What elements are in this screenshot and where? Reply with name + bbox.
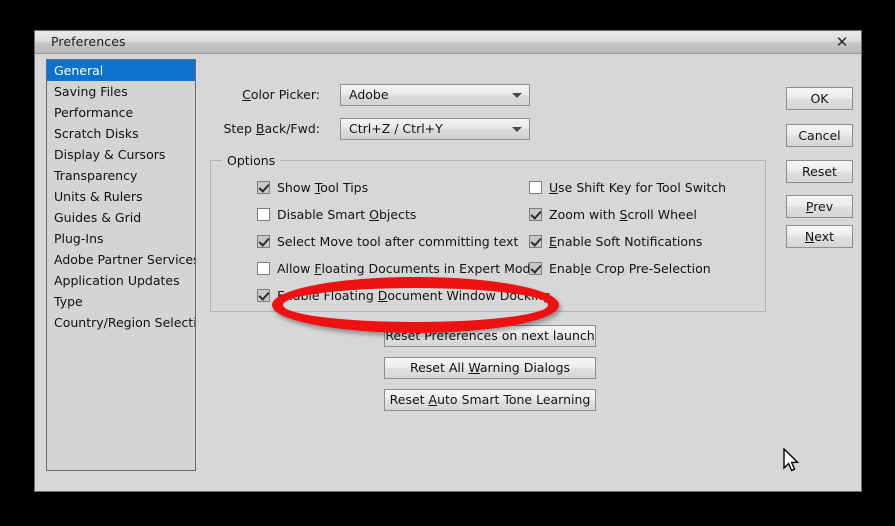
sidebar-item-label: Type [54,294,83,309]
sidebar-item-general[interactable]: General [47,60,195,81]
dropdown-step-back-fwd[interactable]: Ctrl+Z / Ctrl+Y [340,118,530,140]
checkbox-unchecked-icon[interactable] [257,261,270,275]
field-label-color-picker: Color Picker: [242,87,320,102]
dropdown-value: Adobe [349,87,389,102]
checkbox-checked-icon[interactable] [529,207,542,221]
checkbox-show-tool-tips[interactable]: Show Tool Tips [257,178,368,196]
checkbox-disable-smart-objects[interactable]: Disable Smart Objects [257,205,416,223]
checkbox-checked-icon[interactable] [257,180,270,194]
dialog-title: Preferences [51,34,126,49]
checkbox-label: Disable Smart Objects [277,206,417,222]
sidebar-item-units-rulers[interactable]: Units & Rulers [47,186,195,207]
sidebar-item-country-region-selection[interactable]: Country/Region Selection [47,312,195,333]
sidebar-item-label: Application Updates [54,273,180,288]
checkbox-label: Show Tool Tips [277,179,369,195]
sidebar-item-scratch-disks[interactable]: Scratch Disks [47,123,195,144]
options-groupbox-label: Options [222,153,281,168]
sidebar-item-saving-files[interactable]: Saving Files [47,81,195,102]
button-reset[interactable]: Reset [786,160,853,183]
sidebar-item-type[interactable]: Type [47,291,195,312]
dropdown-value: Ctrl+Z / Ctrl+Y [349,121,443,136]
field-row-step-back-fwd: Step Back/Fwd: Ctrl+Z / Ctrl+Y [210,118,530,140]
checkbox-label: Enable Floating Document Window Docking [277,287,551,303]
sidebar-item-label: Guides & Grid [54,210,142,225]
button-cancel[interactable]: Cancel [786,124,853,147]
sidebar-item-label: Adobe Partner Services [54,252,196,267]
dialog-body: General Saving Files Performance Scratch Di… [35,54,861,492]
preferences-category-list[interactable]: General Saving Files Performance Scratch Di… [46,59,196,471]
checkbox-enable-soft-notifications[interactable]: Enable Soft Notifications [529,232,702,250]
sidebar-item-label: Transparency [54,168,138,183]
checkbox-label: Enable Crop Pre-Selection [549,260,711,276]
button-reset-auto-smart-tone-learning[interactable]: Reset Auto Smart Tone Learning [384,389,596,411]
checkbox-checked-icon[interactable] [529,234,542,248]
chevron-down-icon[interactable] [506,85,528,105]
checkbox-label: Enable Soft Notifications [549,233,703,249]
sidebar-item-display-cursors[interactable]: Display & Cursors [47,144,195,165]
checkbox-select-move-tool-after-committing-text[interactable]: Select Move tool after committing text [257,232,518,250]
button-prev[interactable]: Prev [786,195,853,218]
sidebar-item-adobe-partner-services[interactable]: Adobe Partner Services [47,249,195,270]
button-reset-all-warning-dialogs[interactable]: Reset All Warning Dialogs [384,357,596,379]
close-icon[interactable]: ✕ [831,32,853,52]
checkbox-checked-icon[interactable] [529,261,542,275]
field-label-step-back-fwd: Step Back/Fwd: [223,121,320,136]
button-reset-preferences-on-next-launch[interactable]: Reset Preferences on next launch [384,325,596,347]
checkbox-label: Use Shift Key for Tool Switch [549,179,727,195]
sidebar-item-transparency[interactable]: Transparency [47,165,195,186]
sidebar-item-label: Plug-Ins [54,231,104,246]
preferences-dialog: Preferences ✕ General Saving Files Perform… [34,30,862,492]
sidebar-item-label: Scratch Disks [54,126,139,141]
sidebar-item-label: General [54,63,104,78]
checkbox-checked-icon[interactable] [257,234,270,248]
field-row-color-picker: Color Picker: Adobe [210,84,530,106]
sidebar-item-label: Country/Region Selection [54,315,195,330]
button-ok[interactable]: OK [786,87,853,110]
checkbox-unchecked-icon[interactable] [529,180,542,194]
checkbox-label: Allow Floating Documents in Expert Mode [277,260,539,276]
checkbox-zoom-with-scroll-wheel[interactable]: Zoom with Scroll Wheel [529,205,697,223]
checkbox-checked-icon[interactable] [257,288,270,302]
sidebar-item-guides-grid[interactable]: Guides & Grid [47,207,195,228]
sidebar-item-application-updates[interactable]: Application Updates [47,270,195,291]
checkbox-enable-crop-pre-selection[interactable]: Enable Crop Pre-Selection [529,259,711,277]
sidebar-item-label: Saving Files [54,84,128,99]
checkbox-label: Select Move tool after committing text [277,233,519,249]
sidebar-item-plug-ins[interactable]: Plug-Ins [47,228,195,249]
sidebar-item-label: Units & Rulers [54,189,143,204]
sidebar-item-label: Display & Cursors [54,147,166,162]
dropdown-color-picker[interactable]: Adobe [340,84,530,106]
checkbox-label: Zoom with Scroll Wheel [549,206,697,222]
button-next[interactable]: Next [786,225,853,248]
checkbox-allow-floating-documents-in-expert-mode[interactable]: Allow Floating Documents in Expert Mode [257,259,538,277]
sidebar-item-performance[interactable]: Performance [47,102,195,123]
arrow-pointer-icon [783,448,800,472]
chevron-down-icon[interactable] [506,119,528,139]
dialog-titlebar: Preferences ✕ [35,31,861,54]
sidebar-item-label: Performance [54,105,134,120]
checkbox-unchecked-icon[interactable] [257,207,270,221]
checkbox-use-shift-key-for-tool-switch[interactable]: Use Shift Key for Tool Switch [529,178,726,196]
checkbox-enable-floating-document-window-docking[interactable]: Enable Floating Document Window Docking [257,286,550,304]
